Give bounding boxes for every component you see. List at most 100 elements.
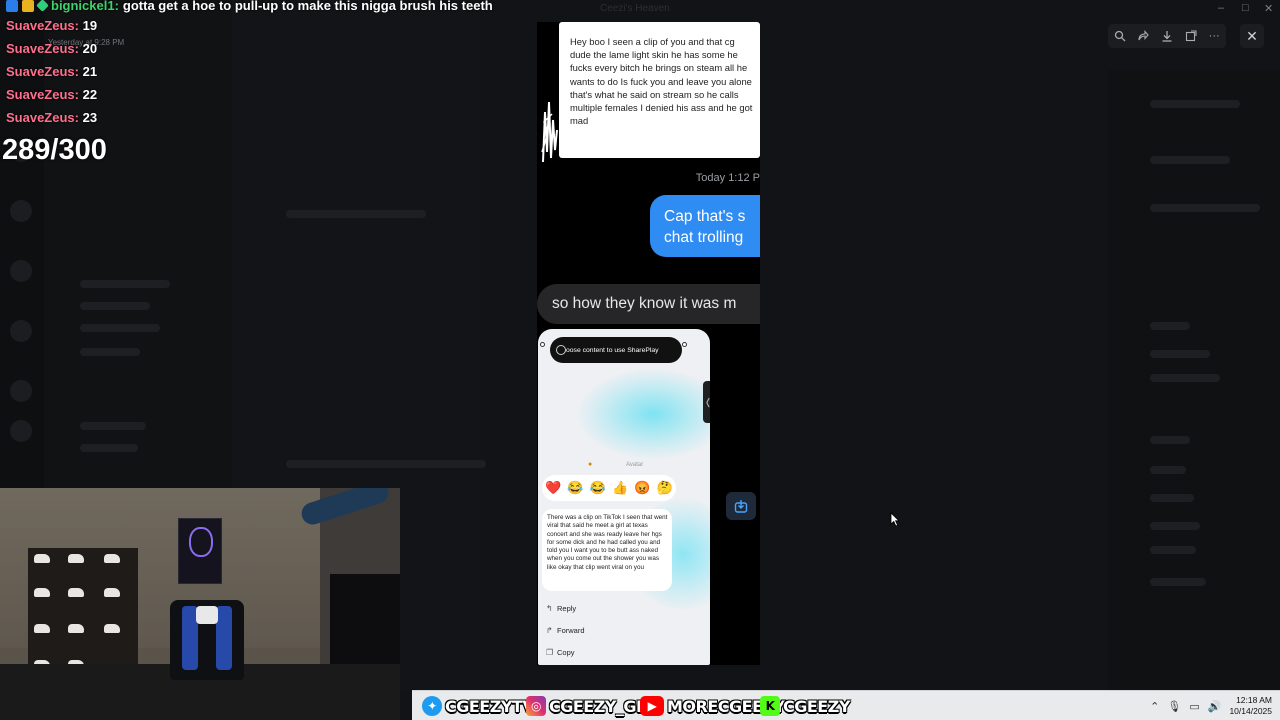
download-icon[interactable]: [1158, 27, 1176, 45]
member-item: [1150, 436, 1190, 444]
badge-icon: [6, 0, 18, 12]
clock-date: 10/14/2025: [1229, 706, 1272, 716]
member-item: [1150, 156, 1230, 164]
maximize-icon[interactable]: □: [1242, 2, 1249, 14]
context-menu: ↰ Reply ↱ Forward ❐ Copy: [542, 597, 642, 663]
dot: [540, 342, 545, 347]
social-kick: K CGEEZY: [760, 695, 850, 717]
message-card-text: Hey boo I seen a clip of you and that cg…: [570, 36, 753, 127]
webcam-feed: [0, 488, 400, 720]
zoom-icon[interactable]: [1111, 27, 1129, 45]
shoe: [104, 624, 120, 633]
wall-poster: [178, 518, 222, 584]
server-icon: [10, 420, 32, 442]
chair-headrest: [196, 606, 218, 624]
screen: Ceezi's Heaven – □ ✕ ··· ✕ bignickel1: g…: [0, 0, 1280, 720]
menu-item-label: Copy: [557, 647, 575, 657]
forward-icon[interactable]: [1134, 27, 1152, 45]
phone-screenshot: oose content to use SharePlay ❬ ● Avatar…: [538, 329, 710, 665]
member-item: [1150, 100, 1240, 108]
chair-stripe: [216, 606, 232, 670]
image-preview[interactable]: Hey boo I seen a clip of you and that cg…: [537, 22, 760, 665]
window-close-icon[interactable]: ✕: [1264, 2, 1273, 15]
minimize-icon[interactable]: –: [1218, 2, 1224, 14]
window-title: Ceezi's Heaven: [600, 3, 670, 14]
chevron-up-icon[interactable]: ⌃: [1150, 700, 1159, 713]
reaction-label: Avatar: [626, 462, 644, 468]
clock[interactable]: 12:18 AM 10/14/2025: [1229, 695, 1272, 717]
member-item: [1150, 494, 1194, 502]
thumbs-up-emoji-icon: 👍: [612, 480, 629, 495]
shoe: [34, 624, 50, 633]
viewer-toolbar: ···: [1108, 24, 1226, 48]
more-icon[interactable]: ···: [1205, 27, 1223, 45]
glow: [578, 369, 710, 459]
shoe: [34, 588, 50, 597]
chat-message-text: gotta get a hoe to pull-up to make this …: [122, 0, 493, 13]
shoe: [104, 588, 120, 597]
social-twitter: ✦ CGEEZYTV: [422, 695, 535, 717]
reaction-header: ● Avatar: [546, 459, 676, 473]
badge-icon: [22, 0, 34, 12]
close-icon[interactable]: ✕: [1240, 24, 1264, 48]
social-handle: CGEEZY: [783, 696, 850, 716]
server-icon: [10, 320, 32, 342]
angry-emoji-icon: 😡: [634, 480, 651, 495]
chat-username: bignickel1:: [51, 0, 119, 13]
member-item: [1150, 374, 1220, 382]
system-tray: ⌃ 🎙 ▭ 🔊 12:18 AM 10/14/2025: [1150, 691, 1280, 720]
thinking-emoji-icon: 🤔: [656, 480, 673, 495]
clock-time: 12:18 AM: [1236, 695, 1272, 705]
twitter-icon: ✦: [422, 696, 442, 716]
menu-item-label: Reply: [557, 603, 577, 613]
shareplay-banner: oose content to use SharePlay: [550, 337, 682, 363]
dot: [682, 342, 687, 347]
server-icon: [10, 260, 32, 282]
heart-emoji-icon: ❤️: [545, 480, 562, 495]
shareplay-icon: [556, 345, 566, 355]
menu-item-copy: ❐ Copy: [542, 641, 642, 663]
chat-line: SuaveZeus: 21: [6, 64, 98, 79]
mouse-cursor-icon: [890, 512, 900, 527]
reaction-bar: ❤️ 😂 😂 👍 😡 🤔: [542, 475, 676, 501]
chat-line: SuaveZeus: 23: [6, 110, 98, 125]
reply-icon: ↰: [546, 604, 553, 613]
open-external-icon[interactable]: [1182, 27, 1200, 45]
menu-item-label: Forward: [557, 625, 585, 635]
message-timestamp: Today 1:12 P: [695, 172, 760, 184]
poster-face: [189, 527, 213, 557]
member-item: [1150, 322, 1190, 330]
server-icon: [10, 380, 32, 402]
copy-icon: ❐: [546, 648, 554, 657]
chat-line: [286, 210, 426, 218]
member-item: [1150, 546, 1196, 554]
member-item: [1150, 204, 1260, 212]
scribble-drawing: [541, 101, 558, 163]
youtube-icon: ▶: [640, 696, 664, 716]
chat-line: SuaveZeus: 22: [6, 87, 98, 102]
channel-item: [80, 302, 150, 310]
sent-message-line: chat trolling: [664, 229, 744, 246]
network-icon[interactable]: ▭: [1189, 700, 1199, 713]
laughing-emoji-icon: 😂: [589, 480, 606, 495]
social-handle: CGEEZYTV: [445, 696, 535, 716]
message-card: Hey boo I seen a clip of you and that cg…: [559, 22, 760, 158]
channel-item: [80, 280, 170, 288]
channel-item: [80, 324, 160, 332]
monitor: [330, 574, 400, 664]
volume-icon[interactable]: 🔊: [1208, 700, 1222, 713]
member-item: [1150, 578, 1206, 586]
received-message-bubble: so how they know it was m: [537, 284, 760, 324]
channel-item: [80, 422, 146, 430]
instagram-icon: ◎: [526, 696, 546, 716]
microphone-icon[interactable]: 🎙: [1167, 700, 1181, 713]
shoe: [104, 554, 120, 563]
save-image-icon[interactable]: [726, 492, 756, 520]
chat-line: SuaveZeus: 20: [6, 41, 98, 56]
shoe: [68, 588, 84, 597]
member-item: [1150, 466, 1186, 474]
goal-counter: 289/300: [2, 134, 107, 166]
member-item: [1150, 522, 1200, 530]
shoe: [68, 554, 84, 563]
sent-message-bubble: Cap that's s chat trolling: [650, 195, 760, 257]
